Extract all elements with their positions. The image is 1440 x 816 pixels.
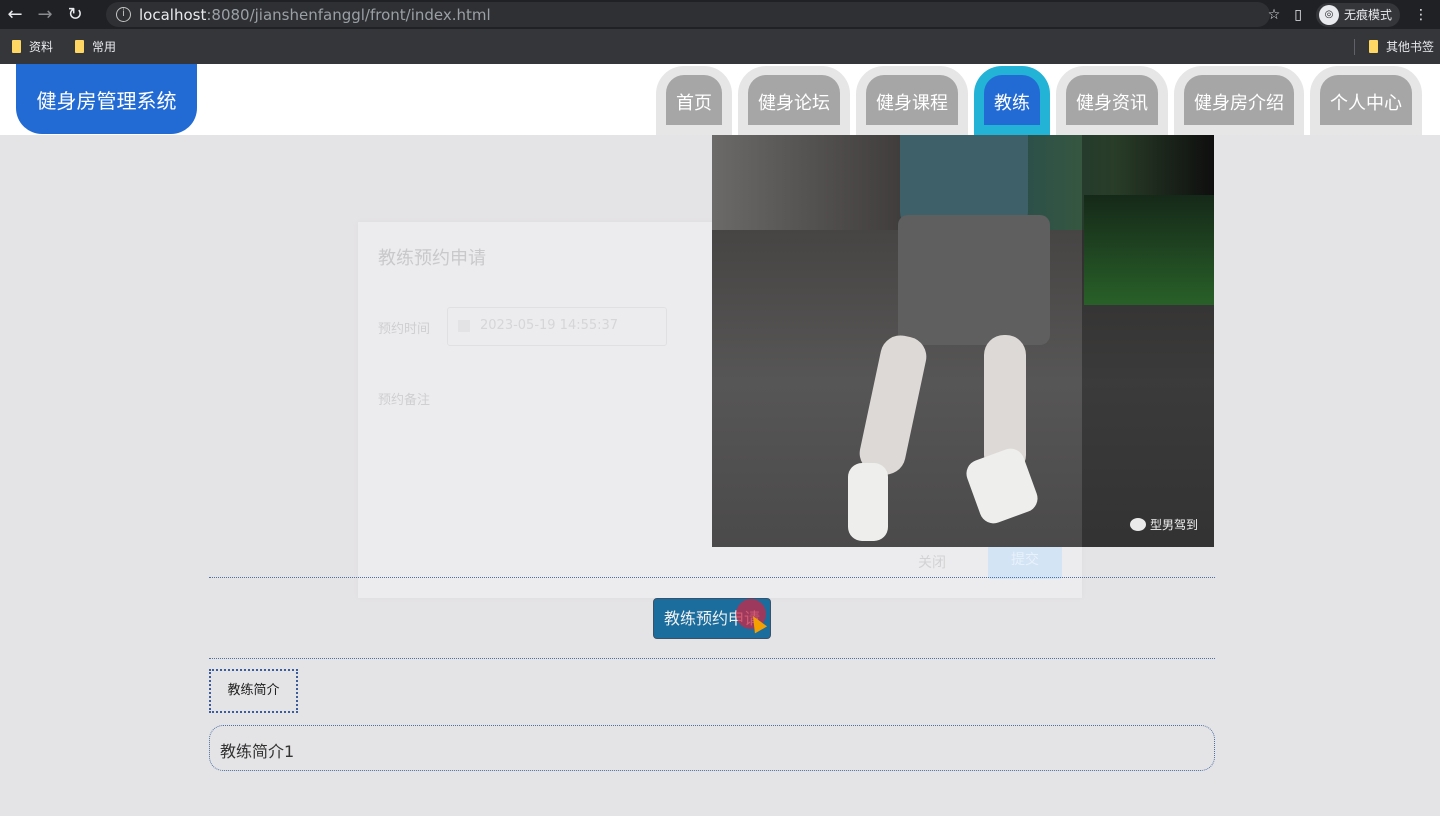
menu-icon[interactable]: ⋮ [1414, 7, 1428, 23]
sidebar-icon[interactable]: ▯ [1294, 7, 1302, 23]
photo-shoe [962, 444, 1042, 528]
note-label: 预约备注 [378, 393, 431, 408]
back-icon[interactable]: ← [0, 4, 30, 25]
bookmark-label: 资料 [29, 40, 54, 54]
tab-coach-intro[interactable]: 教练简介 [209, 669, 298, 713]
browser-toolbar: ← → ↻ i localhost:8080/jianshenfanggl/fr… [0, 0, 1440, 29]
tab-label: 首页 [666, 75, 722, 125]
divider [1353, 38, 1355, 55]
incognito-label: 无痕模式 [1343, 8, 1392, 22]
tab-label: 健身资讯 [1066, 75, 1158, 125]
reload-icon[interactable]: ↻ [60, 4, 90, 25]
folder-icon [1368, 40, 1378, 53]
time-label: 预约时间 [378, 322, 431, 337]
forward-icon[interactable]: → [30, 4, 60, 25]
nav-tab-home[interactable]: 首页 [656, 66, 732, 135]
url-host: localhost [139, 5, 207, 24]
bookmark-label: 其他书签 [1385, 40, 1434, 54]
tab-label: 健身课程 [866, 75, 958, 125]
other-bookmarks[interactable]: 其他书签 [1353, 38, 1434, 55]
photo-leg [855, 331, 931, 479]
tab-label: 教练 [984, 75, 1040, 125]
info-icon[interactable]: i [116, 7, 131, 22]
submit-button[interactable]: 提交 [988, 542, 1062, 579]
main-nav: 首页 健身论坛 健身课程 教练 健身资讯 健身房介绍 个人中心 [656, 66, 1422, 135]
watermark-text: 型男驾到 [1149, 518, 1198, 532]
folder-icon [12, 40, 21, 53]
site-logo[interactable]: 健身房管理系统 [16, 64, 197, 134]
bookmark-folder[interactable]: 常用 [75, 38, 116, 55]
nav-tab-courses[interactable]: 健身课程 [856, 66, 968, 135]
time-input[interactable]: 2023-05-19 14:55:37 [447, 307, 667, 346]
folder-icon [75, 40, 85, 53]
site-header: 健身房管理系统 首页 健身论坛 健身课程 教练 健身资讯 健身房介绍 个人中心 [0, 64, 1440, 135]
nav-tab-forum[interactable]: 健身论坛 [738, 66, 850, 135]
time-value: 2023-05-19 14:55:37 [480, 318, 619, 333]
close-button[interactable]: 关闭 [918, 552, 946, 572]
incognito-icon: ◎ [1318, 4, 1339, 25]
wechat-icon [1129, 518, 1146, 531]
coach-photo: 型男驾到 [712, 135, 1214, 547]
url-path: :8080/jianshenfanggl/front/index.html [206, 5, 491, 24]
star-icon[interactable]: ☆ [1268, 7, 1281, 23]
photo-shadow [1082, 135, 1214, 547]
nav-tab-gym-intro[interactable]: 健身房介绍 [1174, 66, 1304, 135]
tab-label: 健身论坛 [748, 75, 840, 125]
tab-label: 健身房介绍 [1184, 75, 1294, 125]
nav-tab-coach[interactable]: 教练 [974, 66, 1050, 135]
nav-tab-news[interactable]: 健身资讯 [1056, 66, 1168, 135]
incognito-badge[interactable]: ◎ 无痕模式 [1315, 2, 1400, 27]
nav-tab-profile[interactable]: 个人中心 [1310, 66, 1422, 135]
divider [209, 577, 1215, 578]
divider [209, 658, 1215, 659]
photo-watermark: 型男驾到 [1129, 516, 1198, 533]
bookmarks-bar: 资料 常用 其他书签 [0, 29, 1440, 64]
address-bar[interactable]: i localhost:8080/jianshenfanggl/front/in… [106, 2, 1270, 27]
bookmark-label: 常用 [92, 40, 117, 54]
photo-shorts [898, 215, 1050, 345]
photo-shoe [848, 463, 888, 541]
modal-title: 教练预约申请 [378, 248, 486, 269]
bookmark-folder[interactable]: 资料 [12, 38, 53, 55]
calendar-icon [458, 320, 470, 332]
tab-label: 个人中心 [1320, 75, 1412, 125]
coach-intro-content: 教练简介1 [209, 725, 1215, 771]
